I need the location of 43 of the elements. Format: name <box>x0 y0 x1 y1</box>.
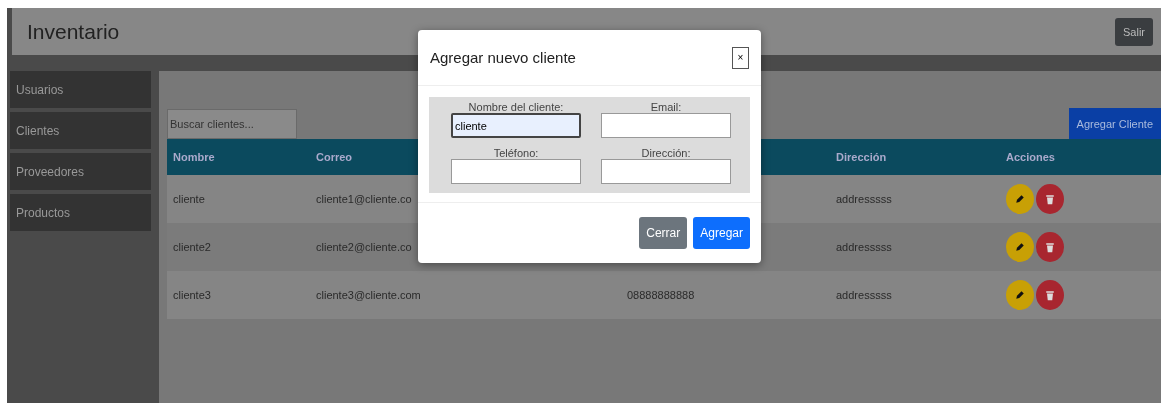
field-label: Email: <box>650 101 682 113</box>
sidebar-item[interactable]: Productos <box>10 194 151 231</box>
sidebar-item[interactable]: Clientes <box>10 112 151 149</box>
edit-button[interactable] <box>1006 280 1034 310</box>
input-field[interactable] <box>601 113 731 138</box>
input-field[interactable] <box>451 159 581 184</box>
field-label: Teléfono: <box>493 147 539 159</box>
column-header: Dirección <box>830 139 1000 175</box>
pencil-icon <box>1014 241 1026 253</box>
table-cell: addresssss <box>830 223 1000 271</box>
sidebar-item[interactable]: Proveedores <box>10 153 151 190</box>
field-label: Dirección: <box>641 147 691 159</box>
delete-button[interactable] <box>1036 280 1064 310</box>
sidebar-item[interactable]: Usuarios <box>10 71 151 108</box>
pencil-icon <box>1014 193 1026 205</box>
table-cell: addresssss <box>830 175 1000 223</box>
trash-icon <box>1044 289 1056 301</box>
app-title: Inventario <box>27 19 120 44</box>
cancel-button[interactable]: Cerrar <box>639 217 688 249</box>
table-cell: cliente <box>167 175 310 223</box>
table-cell: cliente3 <box>167 271 310 319</box>
close-button[interactable]: × <box>732 46 749 69</box>
dialog-title: Agregar nuevo cliente <box>430 49 576 66</box>
column-header: Acciones <box>1000 139 1161 175</box>
delete-button[interactable] <box>1036 232 1064 262</box>
table-cell: 08888888888 <box>627 289 695 301</box>
search-field[interactable]: Buscar clientes... <box>167 109 297 139</box>
input-field[interactable]: cliente <box>451 113 581 138</box>
edit-button[interactable] <box>1006 184 1034 214</box>
delete-button[interactable] <box>1036 184 1064 214</box>
add-client-button[interactable]: Agregar Cliente <box>1068 108 1161 139</box>
input-field[interactable] <box>601 159 731 184</box>
column-header: Nombre <box>167 139 310 175</box>
submit-button[interactable]: Agregar <box>693 217 750 249</box>
field-label: Nombre del cliente: <box>468 101 564 113</box>
table-cell: cliente2 <box>167 223 310 271</box>
trash-icon <box>1044 241 1056 253</box>
table-cell: addresssss <box>830 271 1000 319</box>
trash-icon <box>1044 193 1056 205</box>
table-cell: cliente3@cliente.com <box>310 271 621 319</box>
pencil-icon <box>1014 289 1026 301</box>
logout-button[interactable]: Salir <box>1115 17 1153 46</box>
edit-button[interactable] <box>1006 232 1034 262</box>
